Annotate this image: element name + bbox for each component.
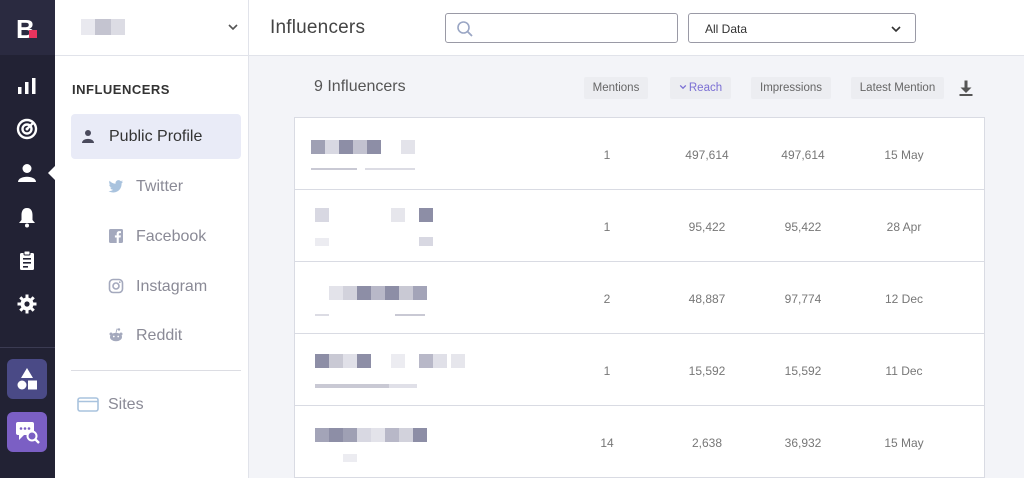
cell-impressions: 15,592 (784, 364, 822, 378)
redacted-influencer-name (295, 190, 495, 262)
download-icon[interactable] (957, 79, 975, 97)
cell-impressions: 497,614 (781, 148, 825, 162)
sidebar-item-label: Public Profile (109, 128, 203, 145)
person-icon[interactable] (14, 160, 40, 186)
search-icon (457, 21, 473, 37)
redacted-block (111, 19, 125, 35)
data-filter-value: All Data (705, 22, 748, 36)
workspace-switcher[interactable] (55, 0, 249, 56)
active-indicator (48, 166, 55, 180)
table-row[interactable]: 1 497,614 497,614 15 May (295, 118, 984, 190)
redacted-block (95, 19, 111, 35)
column-header-label: Impressions (760, 82, 822, 94)
column-header-mentions[interactable]: Mentions (584, 77, 648, 99)
facebook-icon (108, 228, 124, 244)
cell-reach: 95,422 (688, 220, 726, 234)
instagram-icon (108, 278, 124, 294)
cell-reach: 48,887 (688, 292, 726, 306)
redacted-block (81, 19, 95, 35)
sidebar-item-label: Sites (108, 396, 144, 413)
data-filter-select[interactable]: All Data (688, 13, 916, 43)
sidebar-item-label: Reddit (136, 327, 183, 344)
cell-mentions: 1 (603, 148, 611, 162)
top-bar: Influencers All Data (55, 0, 1024, 56)
table-row[interactable]: 2 48,887 97,774 12 Dec (295, 262, 984, 334)
cell-mentions: 1 (603, 220, 611, 234)
bell-icon[interactable] (14, 204, 40, 230)
cell-mentions: 1 (603, 364, 611, 378)
column-header-latest-mention[interactable]: Latest Mention (851, 77, 944, 99)
cell-reach: 497,614 (685, 148, 729, 162)
search-chat-app-icon[interactable] (7, 412, 47, 452)
page-title: Influencers (270, 17, 366, 38)
sidebar-item-facebook[interactable]: Facebook (71, 214, 241, 259)
column-header-label: Latest Mention (859, 82, 936, 94)
influencer-count: 9 Influencers (314, 78, 406, 95)
logo-dot (29, 30, 37, 38)
chevron-down-icon (891, 26, 901, 33)
sidebar-item-label: Instagram (136, 278, 208, 295)
app-logo[interactable]: B (0, 0, 55, 55)
cell-mentions: 2 (603, 292, 611, 306)
radar-icon[interactable] (14, 116, 40, 142)
redacted-influencer-name (295, 334, 495, 406)
sidebar-item-instagram[interactable]: Instagram (71, 264, 241, 309)
sidebar-heading: INFLUENCERS (72, 82, 170, 97)
sidebar-divider (71, 370, 241, 371)
cell-latest-mention: 11 Dec (885, 364, 923, 378)
search-input[interactable] (482, 18, 672, 38)
redacted-influencer-name (295, 118, 495, 190)
chevron-down-icon (228, 24, 238, 31)
rail-divider (0, 347, 55, 348)
cell-latest-mention: 12 Dec (884, 292, 924, 306)
cell-latest-mention: 15 May (884, 436, 924, 450)
cell-impressions: 36,932 (784, 436, 822, 450)
person-icon (80, 128, 96, 144)
column-header-impressions[interactable]: Impressions (751, 77, 831, 99)
app-rail: B (0, 0, 55, 478)
cell-reach: 15,592 (688, 364, 726, 378)
influencers-table: 1 497,614 497,614 15 May 1 95,422 95,422… (294, 117, 985, 478)
column-header-label: Mentions (592, 82, 640, 94)
sidebar-item-label: Facebook (136, 228, 207, 245)
redacted-influencer-name (295, 262, 495, 334)
reddit-icon (108, 327, 124, 343)
clipboard-icon[interactable] (14, 248, 40, 274)
sidebar-item-label: Twitter (136, 178, 184, 195)
shapes-app-icon[interactable] (7, 359, 47, 399)
table-row[interactable]: 14 2,638 36,932 15 May (295, 406, 984, 478)
cell-impressions: 95,422 (784, 220, 822, 234)
cell-impressions: 97,774 (784, 292, 822, 306)
browser-window-icon (77, 396, 99, 412)
cell-latest-mention: 15 May (884, 148, 924, 162)
column-header-reach[interactable]: Reach (670, 77, 731, 99)
table-row[interactable]: 1 15,592 15,592 11 Dec (295, 334, 984, 406)
gear-icon[interactable] (14, 291, 40, 317)
cell-latest-mention: 28 Apr (886, 220, 922, 234)
chevron-down-icon (679, 84, 687, 90)
twitter-icon (108, 178, 124, 194)
search-box[interactable] (445, 13, 678, 43)
cell-mentions: 14 (600, 436, 614, 450)
sidebar-item-twitter[interactable]: Twitter (71, 164, 241, 209)
sidebar-item-sites[interactable]: Sites (71, 382, 241, 427)
redacted-influencer-name (295, 406, 495, 478)
column-header-label: Reach (688, 82, 723, 94)
cell-reach: 2,638 (691, 436, 723, 450)
section-sidebar: INFLUENCERS Public Profile Twitter Faceb… (55, 56, 249, 478)
sidebar-item-reddit[interactable]: Reddit (71, 313, 241, 358)
sidebar-item-public-profile[interactable]: Public Profile (71, 114, 241, 159)
table-row[interactable]: 1 95,422 95,422 28 Apr (295, 190, 984, 262)
bar-chart-icon[interactable] (14, 73, 40, 99)
